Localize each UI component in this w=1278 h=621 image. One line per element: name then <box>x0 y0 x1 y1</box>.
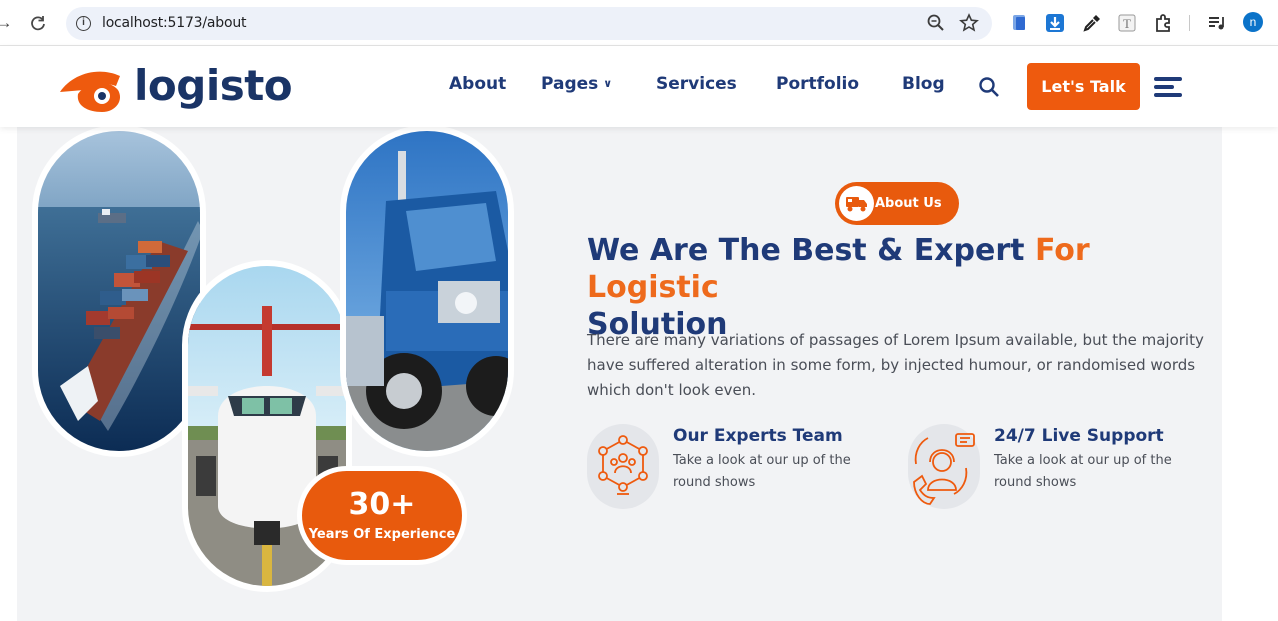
experience-label: Years Of Experience <box>308 527 456 542</box>
about-us-tag-label: About Us <box>875 196 942 211</box>
feature-experts-team: Our Experts Team Take a look at our up o… <box>587 424 887 512</box>
forward-icon[interactable]: → <box>0 13 14 33</box>
toolbar-separator <box>1189 15 1190 31</box>
nav-blog[interactable]: Blog <box>902 74 945 94</box>
headline-main: We Are The Best & Expert <box>587 233 1025 268</box>
download-icon[interactable] <box>1044 12 1066 34</box>
feature-description: Take a look at our up of the round shows <box>673 453 851 490</box>
eyedropper-icon[interactable] <box>1081 12 1103 34</box>
experience-badge: 30+ Years Of Experience <box>297 466 467 565</box>
truck-tag-icon <box>839 186 874 221</box>
text-extension-icon[interactable]: T <box>1116 12 1138 34</box>
address-bar[interactable]: i localhost:5173/about <box>66 7 992 40</box>
url-text[interactable]: localhost:5173/about <box>102 15 247 31</box>
feature-live-support: 24/7 Live Support Take a look at our up … <box>908 424 1208 512</box>
search-icon[interactable] <box>978 76 1000 98</box>
truck-image <box>340 125 514 457</box>
site-header: logisto About Pages ∨ Services Portfolio … <box>0 46 1278 127</box>
menu-hamburger-icon[interactable] <box>1154 76 1182 98</box>
chevron-down-icon[interactable]: ∨ <box>603 77 612 90</box>
svg-text:T: T <box>1123 16 1131 31</box>
extension-docs-icon[interactable] <box>1009 12 1031 34</box>
site-info-icon[interactable]: i <box>76 16 91 31</box>
about-us-tag: About Us <box>835 182 959 225</box>
bookmark-star-icon[interactable] <box>959 13 979 33</box>
about-headline: We Are The Best & Expert For Logistic So… <box>587 232 1207 343</box>
reload-icon[interactable] <box>28 13 48 33</box>
logo-mark-icon <box>60 71 121 112</box>
experience-number: 30+ <box>348 487 416 522</box>
feature-title: Our Experts Team <box>673 426 843 446</box>
feature-description: Take a look at our up of the round shows <box>994 453 1172 490</box>
logo-text: logisto <box>134 61 293 110</box>
nav-portfolio[interactable]: Portfolio <box>776 74 859 94</box>
about-paragraph: There are many variations of passages of… <box>587 331 1204 399</box>
container-ship-image <box>32 125 206 457</box>
nav-about[interactable]: About <box>449 74 506 94</box>
media-controls-icon[interactable] <box>1206 12 1228 34</box>
feature-title: 24/7 Live Support <box>994 426 1164 446</box>
nav-pages[interactable]: Pages ∨ <box>541 74 612 94</box>
lets-talk-button[interactable]: Let's Talk <box>1027 63 1140 110</box>
extensions-puzzle-icon[interactable] <box>1152 12 1174 34</box>
zoom-icon[interactable] <box>926 13 946 33</box>
team-network-icon <box>587 424 659 509</box>
nav-pages-label[interactable]: Pages <box>541 74 598 94</box>
profile-avatar[interactable]: n <box>1243 12 1263 32</box>
support-agent-icon <box>908 424 980 509</box>
browser-toolbar: → i localhost:5173/about T n <box>0 0 1278 46</box>
nav-services[interactable]: Services <box>656 74 737 94</box>
